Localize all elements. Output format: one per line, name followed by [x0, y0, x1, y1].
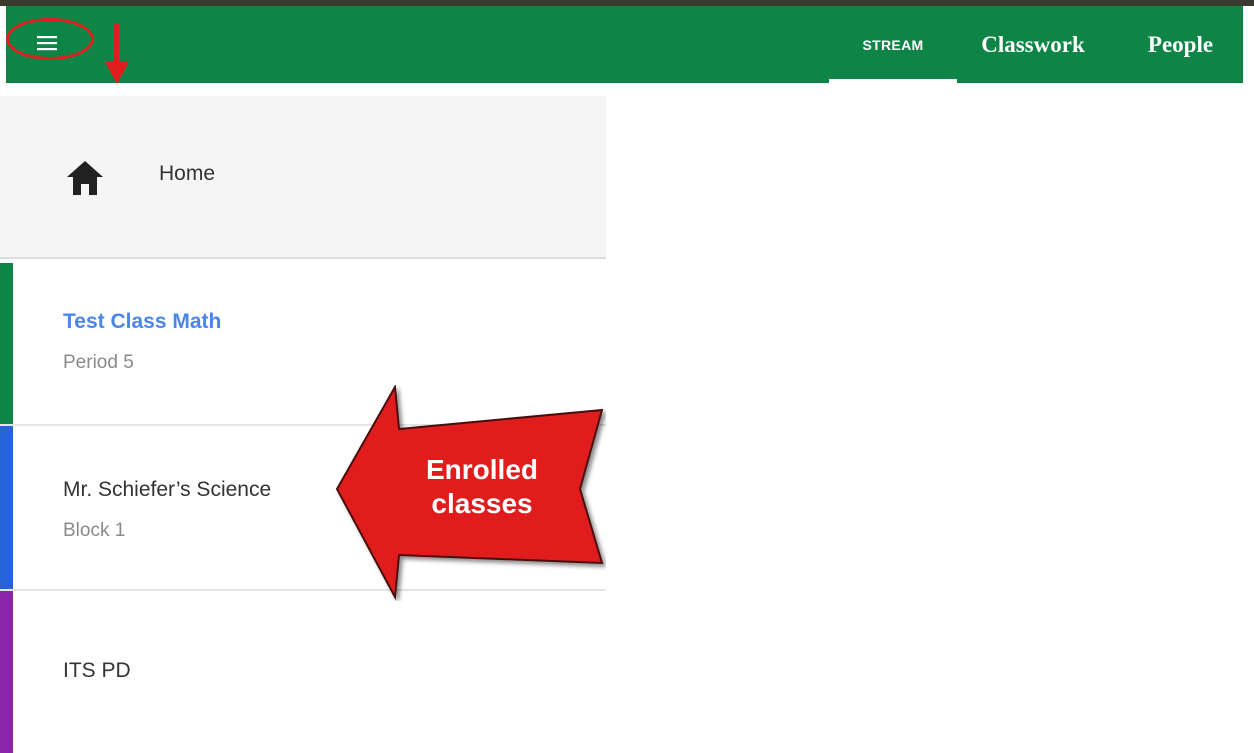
- class-name: Mr. Schiefer’s Science: [63, 478, 272, 501]
- class-color-bar: [0, 591, 13, 753]
- class-section: Block 1: [63, 520, 126, 541]
- class-color-bar: [0, 263, 13, 424]
- class-color-bar: [0, 426, 13, 589]
- callout-line-1: Enrolled: [425, 454, 538, 485]
- menu-highlight-ellipse: [6, 18, 94, 60]
- tab-people[interactable]: People: [1123, 6, 1238, 83]
- callout-line-2: classes: [431, 488, 533, 519]
- tab-classwork[interactable]: Classwork: [957, 6, 1109, 83]
- active-tab-indicator: [829, 79, 957, 83]
- home-icon: [67, 161, 103, 195]
- drawer-item-home[interactable]: Home: [0, 96, 606, 259]
- class-section: Period 5: [63, 352, 134, 373]
- class-name: ITS PD: [63, 659, 131, 682]
- class-item-its-pd[interactable]: ITS PD: [0, 591, 606, 753]
- app-bar: STREAM Classwork People: [6, 6, 1243, 83]
- callout-text: Enrolled classes: [395, 453, 569, 521]
- tab-stream[interactable]: STREAM: [829, 6, 957, 83]
- class-name: Test Class Math: [63, 310, 222, 333]
- down-arrow-icon: [105, 24, 129, 84]
- home-label: Home: [159, 162, 216, 185]
